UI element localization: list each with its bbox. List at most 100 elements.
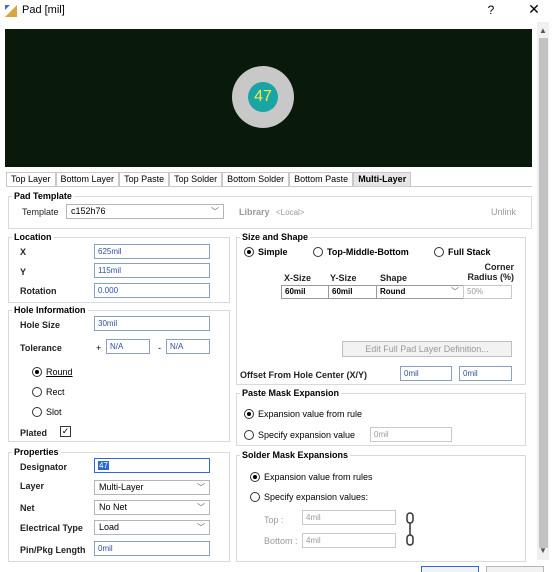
solder-top-label: Top : [264,515,284,525]
x-field[interactable]: 625mil [94,244,210,259]
tab-top-solder[interactable]: Top Solder [169,172,223,186]
shape-value: Round [380,287,406,296]
tab-multi-layer[interactable]: Multi-Layer [353,172,412,186]
tab-bottom-layer[interactable]: Bottom Layer [55,172,120,186]
paste-rule-radio[interactable] [244,409,254,419]
y-size-cell[interactable]: 60mil [328,285,377,299]
help-button[interactable]: ? [484,3,498,17]
tab-top-paste[interactable]: Top Paste [119,172,170,186]
top-middle-bottom-radio[interactable] [313,247,323,257]
designator-value: 47 [98,461,109,470]
unlink-button[interactable]: Unlink [491,207,516,217]
designator-field[interactable]: 47 [94,458,210,473]
tab-bottom-solder[interactable]: Bottom Solder [222,172,290,186]
corner-radius-cell[interactable]: 50% [463,285,512,299]
scroll-up-icon[interactable]: ▲ [539,26,547,35]
layer-label: Layer [20,481,45,491]
pad-hole-designator: 47 [248,82,278,112]
window-title: Pad [mil] [22,4,65,16]
tab-bottom-paste[interactable]: Bottom Paste [289,172,354,186]
offset-x-field[interactable]: 0mil [400,366,452,381]
paste-mask-title: Paste Mask Expansion [240,388,342,398]
solder-bottom-label: Bottom : [264,536,298,546]
solder-rule-label: Expansion value from rules [264,472,373,482]
y-label: Y [20,267,27,277]
designator-label: Designator [20,462,68,472]
electrical-type-label: Electrical Type [20,523,83,533]
rotation-field[interactable]: 0.000 [94,283,210,298]
chevron-down-icon: ﹀ [197,483,205,492]
solder-rule-radio[interactable] [250,472,260,482]
rect-radio[interactable] [32,387,42,397]
pin-length-field[interactable]: 0mil [94,541,210,556]
tolerance-minus-field[interactable]: N/A [166,339,210,354]
paste-rule-label: Expansion value from rule [258,409,363,419]
x-size-cell[interactable]: 60mil [281,285,329,299]
layer-tabs: Top Layer Bottom Layer Top Paste Top Sol… [6,172,412,186]
solder-bottom-field[interactable]: 4mil [302,533,396,548]
pad-app-icon [5,5,17,17]
pad-template-title: Pad Template [12,191,74,201]
rect-label: Rect [46,387,65,397]
hole-info-title: Hole Information [12,305,88,315]
minus-sign: - [158,343,161,353]
plated-checkbox[interactable]: ✓ [60,426,71,437]
electrical-type-value: Load [99,522,120,532]
paste-specify-label: Specify expansion value [258,430,356,440]
tab-divider [6,186,532,187]
pin-length-label: Pin/Pkg Length [20,545,86,555]
layer-value: Multi-Layer [99,482,144,492]
title-bar: Pad [mil] ? ✕ [0,0,554,22]
full-stack-radio[interactable] [434,247,444,257]
chevron-down-icon: ﹀ [211,207,219,216]
shape-header: Shape [380,273,408,283]
scrollbar-thumb[interactable] [539,38,548,548]
plus-sign: + [96,343,102,353]
paste-value-field[interactable]: 0mil [370,427,452,442]
chevron-down-icon: ﹀ [451,287,459,296]
template-label: Template [22,207,59,217]
layer-select[interactable]: Multi-Layer ﹀ [94,480,210,495]
library-label: Library [239,207,270,217]
offset-y-field[interactable]: 0mil [459,366,512,381]
paste-specify-radio[interactable] [244,430,254,440]
properties-title: Properties [12,447,61,457]
size-shape-title: Size and Shape [240,232,311,242]
cancel-button[interactable] [486,566,544,572]
solder-specify-label: Specify expansion values: [264,492,369,502]
template-select[interactable]: c152h76 ﹀ [66,204,224,219]
slot-label: Slot [46,407,62,417]
ok-button[interactable] [421,566,479,572]
tolerance-label: Tolerance [20,343,62,353]
shape-cell[interactable]: Round ﹀ [376,285,464,299]
net-select[interactable]: No Net ﹀ [94,500,210,515]
net-label: Net [20,503,35,513]
tolerance-plus-field[interactable]: N/A [106,339,150,354]
template-value: c152h76 [71,206,106,216]
simple-radio[interactable] [244,247,254,257]
close-icon[interactable]: ✕ [526,1,542,18]
solder-specify-radio[interactable] [250,492,260,502]
x-label: X [20,247,27,257]
size-shape-group [236,237,526,385]
solder-top-field[interactable]: 4mil [302,510,396,525]
top-middle-bottom-label: Top-Middle-Bottom [327,247,409,257]
y-field[interactable]: 115mil [94,263,210,278]
net-value: No Net [99,502,128,512]
slot-radio[interactable] [32,407,42,417]
corner-radius-header: Corner Radius (%) [467,262,514,282]
full-stack-label: Full Stack [448,247,491,257]
chevron-down-icon: ﹀ [197,523,205,532]
scroll-down-icon[interactable]: ▼ [539,546,547,555]
x-size-header: X-Size [284,273,312,283]
electrical-type-select[interactable]: Load ﹀ [94,520,210,535]
round-radio[interactable] [32,367,42,377]
library-value: <Local> [276,208,305,217]
solder-mask-title: Solder Mask Expansions [240,450,351,460]
tab-top-layer[interactable]: Top Layer [6,172,56,186]
hole-size-field[interactable]: 30mil [94,316,210,331]
chevron-down-icon: ﹀ [197,503,205,512]
chain-link-icon[interactable] [404,511,416,547]
y-size-header: Y-Size [330,273,357,283]
edit-full-pad-layer-button[interactable]: Edit Full Pad Layer Definition... [342,341,512,357]
